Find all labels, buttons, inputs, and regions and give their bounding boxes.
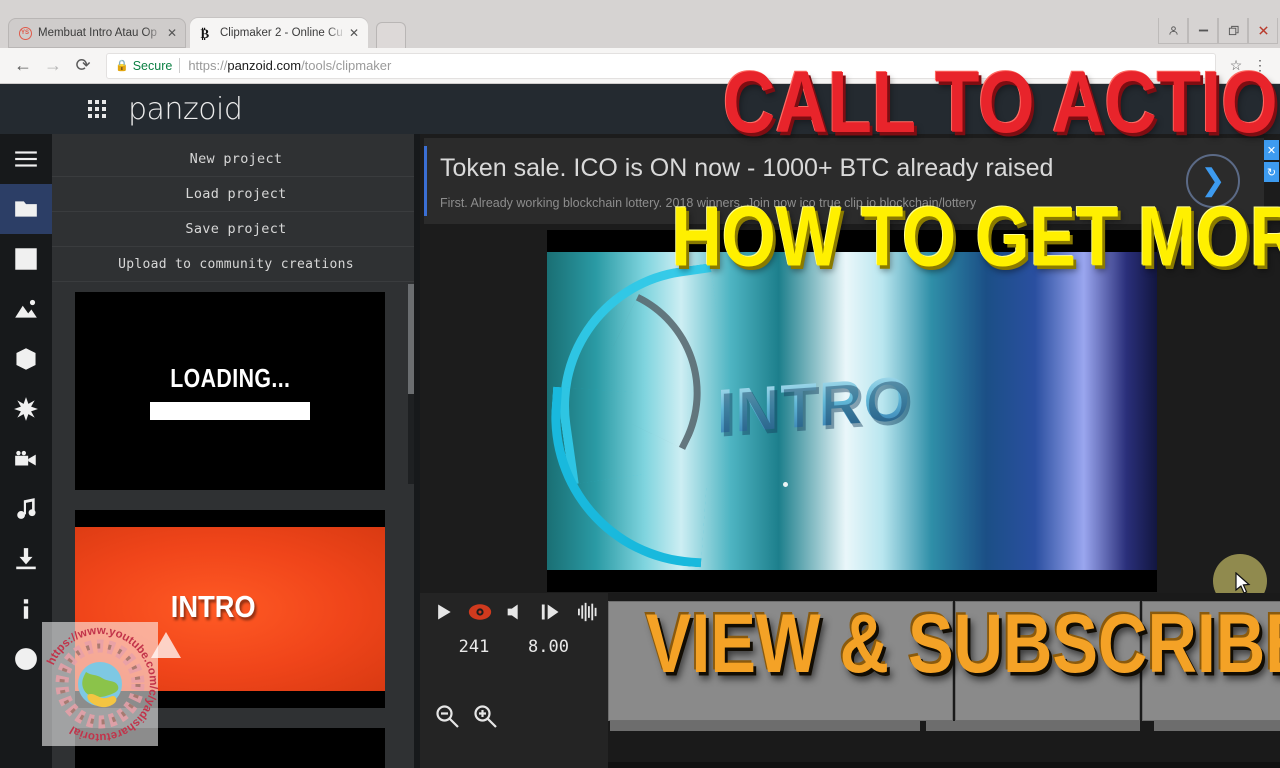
menu-item-new-project[interactable]: New project bbox=[52, 142, 420, 177]
screen: YS Membuat Intro Atau Op ✕ ₿ Clipmaker 2… bbox=[0, 0, 1280, 768]
particle-dot bbox=[783, 482, 788, 487]
new-tab-button[interactable] bbox=[376, 22, 406, 48]
play-button[interactable] bbox=[434, 602, 454, 622]
transport-buttons bbox=[434, 602, 600, 622]
timeline-scrollbar[interactable] bbox=[608, 762, 1280, 768]
menu-item-save-project[interactable]: Save project bbox=[52, 212, 420, 247]
tab-close-icon[interactable]: ✕ bbox=[346, 25, 362, 41]
zoom-out-icon[interactable] bbox=[434, 703, 460, 729]
sidebar-item-camera[interactable] bbox=[0, 434, 52, 484]
video-preview[interactable]: INTRO bbox=[547, 230, 1157, 592]
url-path: /tools/clipmaker bbox=[301, 58, 392, 73]
divider bbox=[179, 58, 181, 73]
preview-intro-text: INTRO bbox=[717, 364, 912, 447]
security-label: Secure bbox=[132, 58, 173, 73]
brand-logo[interactable]: panzoid bbox=[128, 92, 243, 127]
project-thumbnail-loading[interactable]: LOADING... bbox=[75, 292, 385, 490]
back-button[interactable]: ← bbox=[8, 51, 38, 81]
zoom-in-icon[interactable] bbox=[472, 703, 498, 729]
time-counter[interactable]: 8.00 bbox=[528, 637, 608, 657]
menu-item-upload-community[interactable]: Upload to community creations bbox=[52, 247, 420, 282]
apps-grid-icon[interactable] bbox=[88, 100, 106, 118]
project-menu: New project Load project Save project Up… bbox=[52, 134, 420, 282]
tab-close-icon[interactable]: ✕ bbox=[164, 25, 180, 41]
browser-tab-1[interactable]: YS Membuat Intro Atau Op ✕ bbox=[8, 18, 186, 48]
transport-values: 241 8.00 bbox=[420, 637, 608, 657]
sidebar-item-presets[interactable] bbox=[0, 234, 52, 284]
waveform-icon[interactable] bbox=[576, 602, 600, 622]
sidebar-item-download[interactable] bbox=[0, 534, 52, 584]
profile-icon[interactable] bbox=[1158, 18, 1188, 44]
url-text: https://panzoid.com/tools/clipmaker bbox=[188, 58, 391, 73]
reload-button[interactable]: ⟳ bbox=[68, 51, 98, 81]
tab-title: Clipmaker 2 - Online Cu bbox=[220, 27, 343, 39]
ad-refresh-icon[interactable]: ↻ bbox=[1264, 162, 1279, 182]
url-host: panzoid.com bbox=[227, 58, 302, 73]
sidebar-item-menu[interactable] bbox=[0, 134, 52, 184]
overlay-text-how-to-get-more: HOW TO GET MORE bbox=[671, 189, 1280, 284]
window-controls bbox=[1158, 18, 1278, 44]
tab-strip: YS Membuat Intro Atau Op ✕ ₿ Clipmaker 2… bbox=[0, 18, 1280, 48]
loading-progress-bar bbox=[150, 401, 310, 420]
timeline-subtrack-3 bbox=[1154, 721, 1280, 731]
timeline-zoom-buttons bbox=[434, 703, 498, 729]
sidebar-item-audio[interactable] bbox=[0, 484, 52, 534]
video-canvas: INTRO bbox=[547, 252, 1157, 570]
step-frame-icon[interactable] bbox=[540, 602, 562, 622]
close-icon[interactable] bbox=[1248, 18, 1278, 44]
panzoid-icon: ₿ bbox=[200, 25, 210, 41]
visibility-eye-icon[interactable] bbox=[468, 602, 492, 622]
forward-button[interactable]: → bbox=[38, 51, 68, 81]
sidebar-item-images[interactable] bbox=[0, 284, 52, 334]
overlay-text-call-to-action: CALL TO ACTION bbox=[722, 52, 1280, 152]
frame-counter[interactable]: 241 bbox=[420, 637, 528, 657]
thumbnail-label: INTRO bbox=[170, 589, 256, 624]
url-scheme: https:// bbox=[188, 58, 228, 73]
browser-titlebar: YS Membuat Intro Atau Op ✕ ₿ Clipmaker 2… bbox=[0, 0, 1280, 52]
browser-tab-2[interactable]: ₿ Clipmaker 2 - Online Cu ✕ bbox=[190, 18, 368, 48]
lock-icon: 🔒 bbox=[115, 60, 129, 72]
tab-title: Membuat Intro Atau Op bbox=[38, 27, 157, 39]
loading-label: LOADING... bbox=[169, 362, 291, 393]
youtube-icon: YS bbox=[18, 26, 32, 40]
ad-title: Token sale. ICO is ON now - 1000+ BTC al… bbox=[440, 154, 1054, 182]
sidebar-item-effects[interactable] bbox=[0, 384, 52, 434]
mute-speaker-icon[interactable] bbox=[506, 602, 526, 622]
minimize-icon[interactable] bbox=[1188, 18, 1218, 44]
timeline-subtrack-2 bbox=[926, 721, 1140, 731]
menu-item-load-project[interactable]: Load project bbox=[52, 177, 420, 212]
watermark-graphic: https://www.youtube.com/c/yadisharetutor… bbox=[45, 625, 159, 743]
timeline-subtrack-1 bbox=[610, 721, 920, 731]
maximize-icon[interactable] bbox=[1218, 18, 1248, 44]
overlay-text-view-subscriber: VIEW & SUBSCRIBER bbox=[645, 597, 1280, 691]
sidebar-item-projects[interactable] bbox=[0, 184, 52, 234]
channel-watermark: https://www.youtube.com/c/yadisharetutor… bbox=[42, 622, 159, 746]
sidebar-item-models[interactable] bbox=[0, 334, 52, 384]
transport-controls: 241 8.00 bbox=[420, 593, 608, 768]
